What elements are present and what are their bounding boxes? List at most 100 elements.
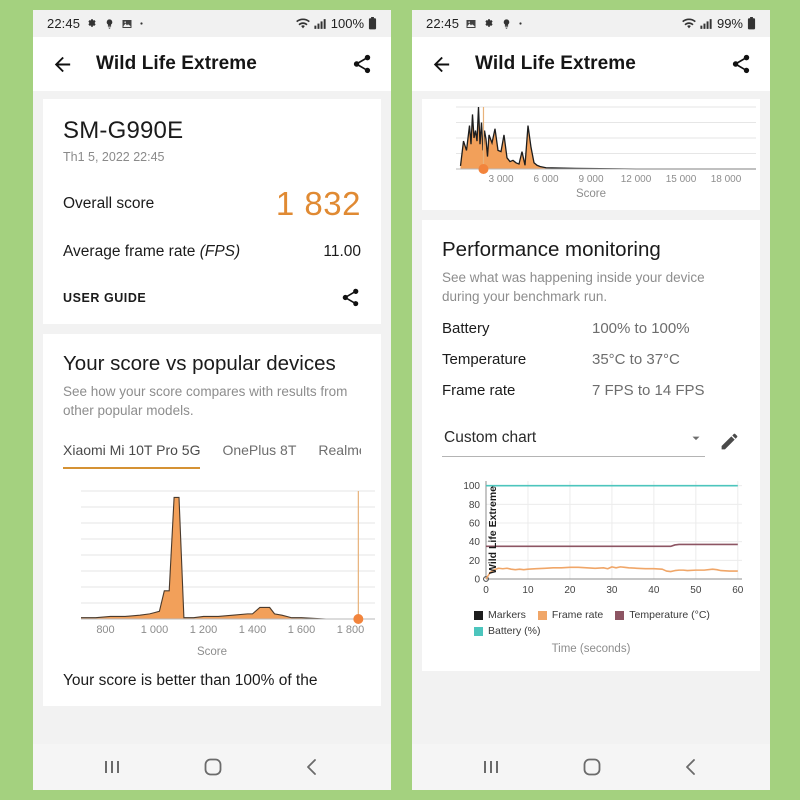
- time-axis-label: Time (seconds): [551, 643, 631, 656]
- device-tabs[interactable]: Xiaomi Mi 10T Pro 5G OnePlus 8T Realme: [63, 442, 361, 470]
- user-guide-row: USER GUIDE: [63, 287, 361, 308]
- performance-chart: 0 20 40 60 80 100 0 10 20 30 40 50 60 Wild Life Extre…: [442, 473, 744, 656]
- all-score-distribution-chart: 3 000 6 000 9 000 12 000 15 000 18 000 Score: [434, 105, 756, 200]
- wifi-icon: [682, 18, 696, 30]
- svg-text:100: 100: [463, 481, 480, 492]
- overall-score-value: 1 832: [275, 185, 361, 222]
- svg-text:60: 60: [732, 585, 744, 596]
- compare-card: Your score vs popular devices See how yo…: [43, 334, 381, 707]
- svg-text:1 400: 1 400: [239, 624, 267, 636]
- legend-swatch-markers: [474, 610, 483, 620]
- frame-rate-label: Average frame rate (FPS): [63, 243, 240, 261]
- svg-text:3 000: 3 000: [488, 174, 513, 185]
- back-icon[interactable]: [681, 757, 701, 777]
- performance-monitoring-card: Performance monitoring See what was happ…: [422, 220, 760, 672]
- frame-rate-value: 11.00: [323, 243, 361, 260]
- score-distribution-svg: 800 1 000 1 200 1 400 1 600 1 800: [81, 490, 375, 636]
- svg-text:1 600: 1 600: [288, 624, 316, 636]
- bulb-icon: [501, 18, 512, 30]
- frame-rate-row: Average frame rate (FPS) 11.00: [63, 243, 361, 261]
- legend-swatch-battery: [474, 626, 483, 636]
- recents-icon[interactable]: [481, 758, 503, 776]
- chart-selector-row: Custom chart: [442, 425, 740, 458]
- frame-rate-label-unit: (FPS): [199, 243, 241, 260]
- temperature-row: Temperature 35°C to 37°C: [442, 351, 740, 368]
- pencil-icon[interactable]: [719, 431, 740, 452]
- image-icon: [465, 18, 477, 30]
- device-name: SM-G990E: [63, 117, 184, 144]
- score-axis-label: Score: [196, 646, 228, 659]
- svg-text:15 000: 15 000: [666, 174, 697, 185]
- share-icon[interactable]: [730, 53, 752, 75]
- bulb-icon: [104, 18, 115, 30]
- scroll-body[interactable]: 3 000 6 000 9 000 12 000 15 000 18 000 Score …: [412, 91, 770, 744]
- legend-item-frame-rate: Frame rate: [537, 609, 604, 622]
- back-arrow-icon[interactable]: [51, 53, 74, 76]
- svg-text:1 000: 1 000: [141, 624, 169, 636]
- svg-text:1 800: 1 800: [337, 624, 365, 636]
- frame-rate-value: 7 FPS to 14 FPS: [592, 382, 705, 400]
- svg-text:18 000: 18 000: [711, 174, 742, 185]
- score-axis-label: Score: [575, 188, 607, 200]
- performance-chart-legend: Markers Frame rate Temperature (°C) Batt…: [442, 609, 740, 637]
- page-title: Wild Life Extreme: [475, 53, 636, 74]
- svg-text:20: 20: [469, 556, 481, 567]
- legend-label-markers: Markers: [488, 609, 526, 622]
- tab-oneplus-8t[interactable]: OnePlus 8T: [222, 442, 296, 469]
- svg-text:80: 80: [469, 500, 481, 511]
- svg-text:10: 10: [522, 585, 534, 596]
- status-bar-left: 22:45: [47, 16, 144, 31]
- frame-rate-label-text: Average frame rate: [63, 243, 196, 260]
- legend-label-frame-rate: Frame rate: [551, 609, 604, 622]
- svg-text:40: 40: [648, 585, 660, 596]
- page-title: Wild Life Extreme: [96, 53, 257, 74]
- chart-select-value: Custom chart: [444, 429, 537, 447]
- tab-xiaomi-mi-10t-pro-5g[interactable]: Xiaomi Mi 10T Pro 5G: [63, 442, 201, 470]
- android-nav-bar: [33, 744, 391, 790]
- share-icon[interactable]: [340, 287, 361, 308]
- chevron-down-icon[interactable]: [689, 431, 703, 445]
- score-distribution-chart: 800 1 000 1 200 1 400 1 600 1 800 Score: [63, 485, 375, 659]
- status-bar: 22:45: [33, 10, 391, 37]
- user-guide-button[interactable]: USER GUIDE: [63, 291, 146, 305]
- legend-item-battery: Battery (%): [474, 625, 541, 637]
- home-icon[interactable]: [581, 756, 603, 778]
- back-icon[interactable]: [302, 757, 322, 777]
- gear-icon: [483, 18, 495, 30]
- right-phone-screen: 22:45 99% Wild Life Extreme 3 000 6 000 …: [412, 10, 770, 790]
- status-bar-right: 99%: [682, 16, 756, 31]
- frame-rate-label: Frame rate: [442, 382, 516, 400]
- compare-subtitle: See how your score compares with results…: [63, 384, 348, 418]
- result-summary-card: SM-G990E Th1 5, 2022 22:45 Overall score…: [43, 99, 381, 324]
- svg-text:1 200: 1 200: [190, 624, 218, 636]
- share-icon[interactable]: [351, 53, 373, 75]
- performance-chart-svg: 0 20 40 60 80 100 0 10 20 30 40 50 60 Wild Life Extre…: [463, 481, 744, 596]
- tab-realme[interactable]: Realme: [318, 442, 361, 469]
- home-icon[interactable]: [202, 756, 224, 778]
- all-devices-chart-card: 3 000 6 000 9 000 12 000 15 000 18 000 Score: [422, 99, 760, 210]
- legend-swatch-frame-rate: [537, 610, 547, 620]
- recents-icon[interactable]: [102, 758, 124, 776]
- svg-text:12 000: 12 000: [621, 174, 652, 185]
- temperature-label: Temperature: [442, 351, 527, 369]
- legend-label-battery: Battery (%): [488, 625, 541, 638]
- status-bar-clock: 22:45: [426, 16, 460, 31]
- performance-subtitle: See what was happening inside your devic…: [442, 270, 705, 304]
- status-bar-left: 22:45: [426, 16, 523, 31]
- battery-label: Battery: [442, 320, 490, 338]
- compare-title: Your score vs popular devices: [63, 352, 336, 375]
- back-arrow-icon[interactable]: [430, 53, 453, 76]
- svg-text:50: 50: [690, 585, 702, 596]
- battery-row: Battery 100% to 100%: [442, 320, 740, 337]
- legend-item-markers: Markers: [474, 609, 526, 621]
- chart-select[interactable]: Custom chart: [442, 425, 705, 458]
- performance-title: Performance monitoring: [442, 238, 661, 261]
- scroll-body[interactable]: SM-G990E Th1 5, 2022 22:45 Overall score…: [33, 91, 391, 744]
- status-bar-right: 100%: [295, 16, 377, 31]
- overall-score-row: Overall score 1 832: [63, 187, 361, 220]
- percentile-text: Your score is better than 100% of the: [63, 672, 318, 690]
- gear-icon: [86, 18, 98, 30]
- svg-text:40: 40: [469, 537, 481, 548]
- svg-text:800: 800: [96, 624, 114, 636]
- app-bar: Wild Life Extreme: [412, 37, 770, 91]
